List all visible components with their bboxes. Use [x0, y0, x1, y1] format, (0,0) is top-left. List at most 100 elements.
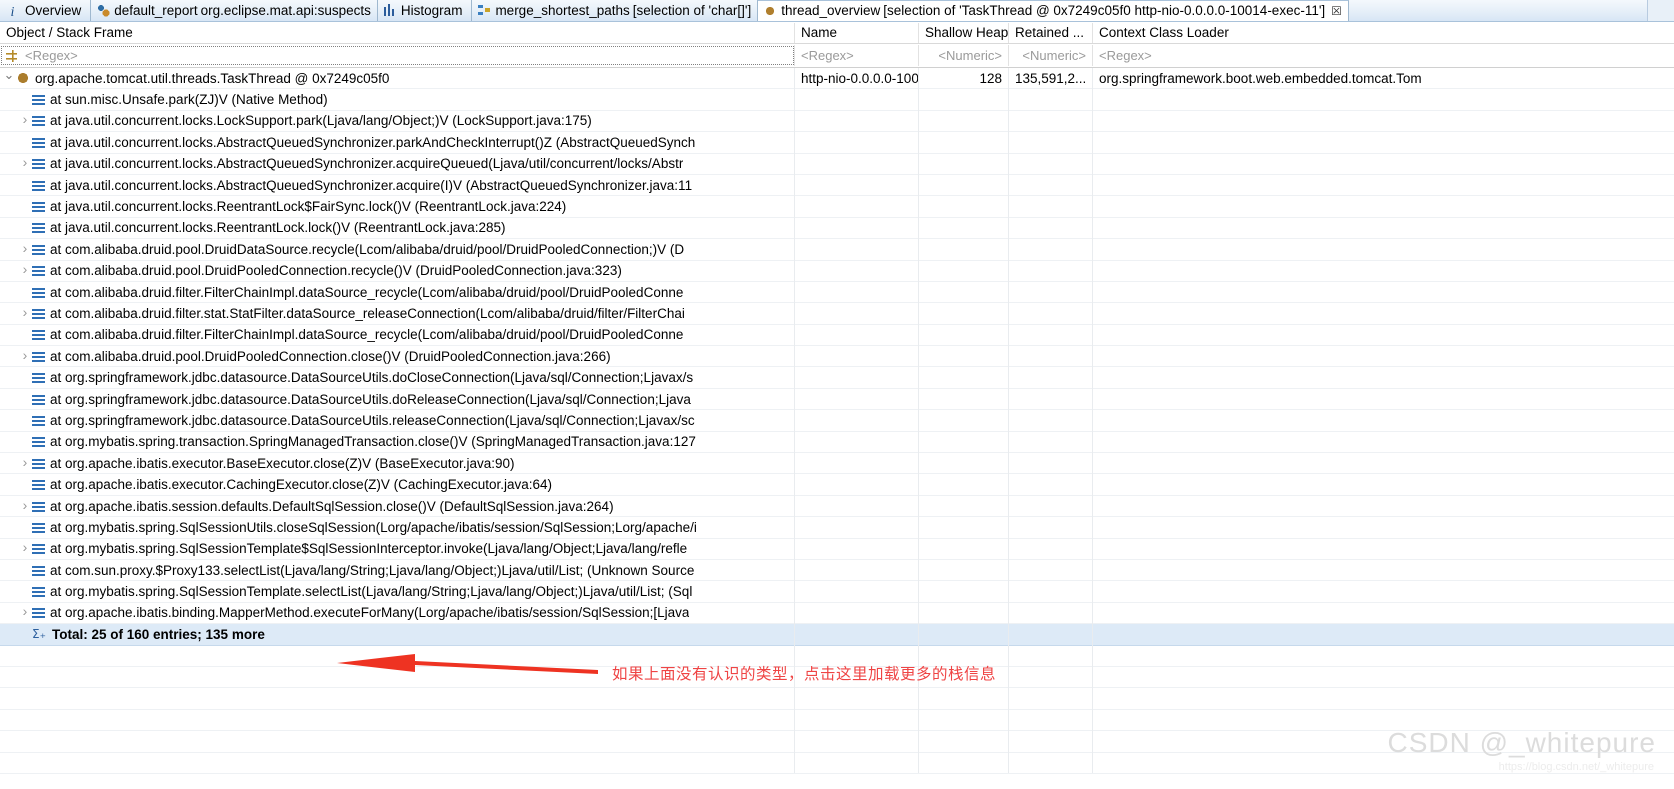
stack-frame-label: at org.apache.ibatis.session.defaults.De…	[50, 498, 614, 514]
cell-shallow-heap	[919, 538, 1009, 560]
chevron-right-icon[interactable]	[18, 453, 32, 474]
table-row[interactable]: at com.alibaba.druid.filter.FilterChainI…	[0, 281, 1674, 304]
cell-name	[795, 131, 919, 154]
cell-object[interactable]: Total: 25 of 160 entries; 135 more	[0, 623, 795, 646]
tab-close-icon[interactable]: ☒	[1331, 5, 1342, 17]
table-row[interactable]: at org.springframework.jdbc.datasource.D…	[0, 366, 1674, 389]
cell-object[interactable]: at com.alibaba.druid.pool.DruidPooledCon…	[0, 260, 795, 282]
table-row[interactable]: at java.util.concurrent.locks.AbstractQu…	[0, 153, 1674, 175]
filter-retained[interactable]: <Numeric>	[1009, 45, 1093, 66]
cell-object[interactable]: at java.util.concurrent.locks.AbstractQu…	[0, 174, 795, 196]
column-header-context-class-loader[interactable]: Context Class Loader	[1093, 23, 1674, 43]
table-row[interactable]: at com.alibaba.druid.pool.DruidPooledCon…	[0, 260, 1674, 282]
table-row[interactable]: at java.util.concurrent.locks.AbstractQu…	[0, 174, 1674, 197]
cell-context-class-loader	[1093, 260, 1674, 281]
table-row[interactable]: at com.sun.proxy.$Proxy133.selectList(Lj…	[0, 559, 1674, 582]
table-row[interactable]: at com.alibaba.druid.pool.DruidPooledCon…	[0, 345, 1674, 368]
chevron-right-icon[interactable]	[18, 260, 32, 281]
frame-icon	[32, 200, 45, 214]
table-row[interactable]: at java.util.concurrent.locks.ReentrantL…	[0, 195, 1674, 218]
table-row[interactable]: at java.util.concurrent.locks.ReentrantL…	[0, 217, 1674, 240]
empty-cell	[795, 687, 919, 710]
editor-tab-histogram[interactable]: Histogram	[378, 0, 473, 21]
chevron-right-icon[interactable]	[18, 153, 32, 174]
editor-tab-merge-shortest-paths[interactable]: merge_shortest_paths [selection of 'char[…	[472, 0, 759, 21]
cell-object[interactable]: at org.mybatis.spring.SqlSessionUtils.cl…	[0, 516, 795, 539]
cell-object[interactable]: at java.util.concurrent.locks.AbstractQu…	[0, 131, 795, 154]
column-header-shallow-heap[interactable]: Shallow Heap	[919, 22, 1009, 43]
cell-object[interactable]: at org.springframework.jdbc.datasource.D…	[0, 366, 795, 389]
cell-object[interactable]: org.apache.tomcat.util.threads.TaskThrea…	[0, 67, 795, 89]
cell-object[interactable]: at java.util.concurrent.locks.ReentrantL…	[0, 195, 795, 218]
column-header-retained[interactable]: Retained ...	[1009, 22, 1093, 43]
cell-object[interactable]: at org.mybatis.spring.SqlSessionTemplate…	[0, 580, 795, 603]
chevron-right-icon[interactable]	[18, 538, 32, 559]
cell-object[interactable]: at sun.misc.Unsafe.park(ZJ)V (Native Met…	[0, 88, 795, 111]
cell-retained	[1009, 366, 1093, 389]
editor-tab-label: default_report	[114, 2, 198, 18]
chevron-down-icon[interactable]	[2, 68, 16, 89]
cell-name	[795, 623, 919, 646]
cell-object[interactable]: at com.alibaba.druid.filter.FilterChainI…	[0, 324, 795, 346]
table-total-row[interactable]: Total: 25 of 160 entries; 135 more	[0, 623, 1674, 646]
cell-object[interactable]: at org.apache.ibatis.session.defaults.De…	[0, 495, 795, 517]
empty-cell	[0, 709, 795, 731]
cell-object[interactable]: at java.util.concurrent.locks.LockSuppor…	[0, 110, 795, 132]
cell-object[interactable]: at com.alibaba.druid.filter.FilterChainI…	[0, 281, 795, 303]
cell-object[interactable]: at org.springframework.jdbc.datasource.D…	[0, 388, 795, 410]
table-row[interactable]: at sun.misc.Unsafe.park(ZJ)V (Native Met…	[0, 88, 1674, 111]
cell-object[interactable]: at java.util.concurrent.locks.ReentrantL…	[0, 217, 795, 239]
frame-icon	[32, 456, 45, 470]
chevron-right-icon[interactable]	[18, 303, 32, 324]
table-row[interactable]: at org.mybatis.spring.transaction.Spring…	[0, 431, 1674, 454]
table-row[interactable]: at org.apache.ibatis.session.defaults.De…	[0, 495, 1674, 518]
cell-object[interactable]: at java.util.concurrent.locks.AbstractQu…	[0, 153, 795, 175]
filter-name[interactable]: <Regex>	[795, 45, 919, 66]
chevron-right-icon[interactable]	[18, 239, 32, 260]
table-row[interactable]: at org.springframework.jdbc.datasource.D…	[0, 409, 1674, 432]
frame-icon	[32, 306, 45, 320]
cell-object[interactable]: at org.apache.ibatis.executor.BaseExecut…	[0, 452, 795, 474]
table-row[interactable]: at java.util.concurrent.locks.AbstractQu…	[0, 131, 1674, 154]
table-row[interactable]: at org.apache.ibatis.executor.BaseExecut…	[0, 452, 1674, 475]
editor-tab-overview[interactable]: i Overview	[0, 0, 92, 21]
table-row[interactable]: at org.springframework.jdbc.datasource.D…	[0, 388, 1674, 411]
stack-frame-label: at org.mybatis.spring.SqlSessionTemplate…	[50, 584, 693, 600]
frame-icon	[32, 563, 45, 577]
cell-object[interactable]: at com.alibaba.druid.pool.DruidDataSourc…	[0, 238, 795, 261]
histogram-icon	[382, 3, 398, 18]
column-header-object[interactable]: Object / Stack Frame	[0, 22, 795, 43]
cell-object[interactable]: at com.alibaba.druid.pool.DruidPooledCon…	[0, 345, 795, 367]
table-row[interactable]: at java.util.concurrent.locks.LockSuppor…	[0, 110, 1674, 133]
cell-object[interactable]: at com.sun.proxy.$Proxy133.selectList(Lj…	[0, 559, 795, 581]
stack-frame-label: at sun.misc.Unsafe.park(ZJ)V (Native Met…	[50, 92, 328, 108]
cell-object[interactable]: at org.apache.ibatis.executor.CachingExe…	[0, 473, 795, 496]
table-row[interactable]: at org.mybatis.spring.SqlSessionTemplate…	[0, 580, 1674, 603]
cell-object[interactable]: at org.apache.ibatis.binding.MapperMetho…	[0, 602, 795, 624]
cell-object[interactable]: at org.mybatis.spring.transaction.Spring…	[0, 431, 795, 453]
table-row[interactable]: at org.apache.ibatis.binding.MapperMetho…	[0, 602, 1674, 625]
cell-object[interactable]: at com.alibaba.druid.filter.stat.StatFil…	[0, 302, 795, 325]
filter-object[interactable]: <Regex>	[0, 45, 795, 66]
column-header-name[interactable]: Name	[795, 22, 919, 43]
filter-object-text: <Regex>	[25, 48, 78, 63]
chevron-right-icon[interactable]	[18, 602, 32, 623]
table-row[interactable]: at com.alibaba.druid.filter.FilterChainI…	[0, 324, 1674, 347]
chevron-right-icon[interactable]	[18, 346, 32, 367]
editor-tab-default-report[interactable]: default_report org.eclipse.mat.api:suspec…	[91, 0, 378, 21]
editor-tab-thread-overview[interactable]: thread_overview [selection of 'TaskThread…	[758, 0, 1349, 21]
filter-context-class-loader[interactable]: <Regex>	[1093, 45, 1674, 66]
table-row[interactable]: at com.alibaba.druid.filter.stat.StatFil…	[0, 302, 1674, 325]
table-row[interactable]: at org.mybatis.spring.SqlSessionTemplate…	[0, 538, 1674, 560]
chevron-right-icon[interactable]	[18, 495, 32, 516]
table-row[interactable]: org.apache.tomcat.util.threads.TaskThrea…	[0, 67, 1674, 90]
filter-shallow-heap[interactable]: <Numeric>	[919, 45, 1009, 66]
chevron-right-icon[interactable]	[18, 110, 32, 131]
frame-icon	[32, 606, 45, 620]
table-row[interactable]: at org.apache.ibatis.executor.CachingExe…	[0, 473, 1674, 496]
cell-object[interactable]: at org.springframework.jdbc.datasource.D…	[0, 409, 795, 432]
table-row[interactable]: at com.alibaba.druid.pool.DruidDataSourc…	[0, 238, 1674, 261]
cell-object[interactable]: at org.mybatis.spring.SqlSessionTemplate…	[0, 538, 795, 560]
table-row[interactable]: at org.mybatis.spring.SqlSessionUtils.cl…	[0, 516, 1674, 539]
cell-name	[795, 88, 919, 111]
